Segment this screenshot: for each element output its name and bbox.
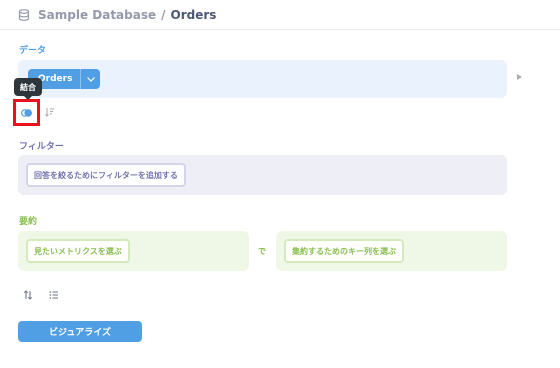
data-step-box: Orders — [18, 60, 507, 98]
join-button[interactable] — [13, 99, 40, 126]
header-bar: Sample Database / Orders — [0, 0, 560, 30]
filter-section-title: フィルター — [19, 142, 64, 152]
pick-metric-button[interactable]: 見たいメトリクスを選ぶ — [26, 239, 130, 263]
limit-list-icon[interactable] — [49, 290, 59, 300]
filter-step-box: 回答を絞るためにフィルターを追加する — [18, 155, 507, 195]
by-label: で — [258, 247, 266, 256]
add-filter-button[interactable]: 回答を絞るためにフィルターを追加する — [26, 163, 186, 187]
join-icon — [21, 108, 32, 117]
join-tooltip: 結合 — [14, 78, 42, 100]
sort-icon[interactable] — [45, 107, 55, 117]
pick-group-button[interactable]: 集約するためのキー列を選ぶ — [284, 239, 404, 263]
data-section-title: データ — [19, 46, 47, 56]
database-icon — [18, 8, 30, 21]
group-step-box: 集約するためのキー列を選ぶ — [276, 231, 507, 271]
summary-section-title: 要約 — [19, 217, 38, 227]
play-arrow-icon[interactable] — [517, 74, 522, 80]
chevron-down-icon[interactable] — [80, 69, 100, 89]
metric-step-box: 見たいメトリクスを選ぶ — [18, 231, 249, 271]
breadcrumb-database[interactable]: Sample Database — [38, 8, 156, 22]
visualize-button[interactable]: ビジュアライズ — [18, 321, 142, 342]
breadcrumb-separator: / — [161, 7, 166, 22]
breadcrumb-table: Orders — [170, 7, 217, 22]
sort-arrows-icon[interactable] — [23, 290, 33, 300]
